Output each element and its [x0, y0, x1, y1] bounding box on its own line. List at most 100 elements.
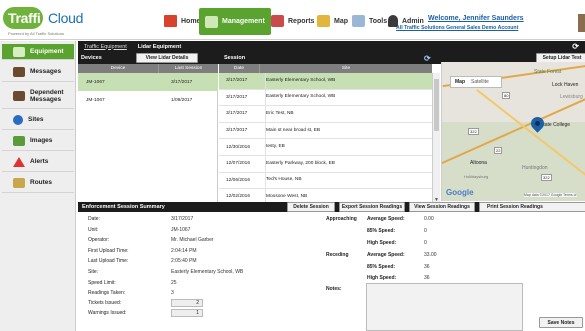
save-notes-button[interactable]: Save Notes [539, 317, 583, 328]
tools-icon [352, 15, 365, 27]
speed-stat-label: High Speed: [367, 275, 397, 281]
sidebar-item-sites[interactable]: Sites [2, 110, 74, 130]
notes-textarea[interactable] [366, 283, 523, 331]
site-cell: Ted's House, NB [265, 172, 302, 189]
table-row[interactable]: JM-1067 1/09/2017 [78, 91, 218, 109]
site-cell: testy, EB [265, 139, 285, 156]
map-panel[interactable]: Map Satellite State Forest Lock Haven Le… [441, 62, 585, 201]
welcome-link[interactable]: Welcome, Jennifer Saunders [428, 15, 524, 22]
route-icon [13, 177, 25, 188]
speed-stat-label: Average Speed: [367, 252, 405, 258]
summary-field-value: 3 [171, 290, 174, 297]
summary-field-value: 2:05:40 PM [171, 258, 197, 265]
map-type-control: Map Satellite [450, 76, 502, 88]
tickets-field[interactable]: 2 [171, 299, 203, 307]
view-session-readings-button[interactable]: View Session Readings [409, 202, 475, 212]
road-shield: 80 [502, 92, 511, 99]
sidebar-item-alerts[interactable]: Alerts [2, 152, 74, 172]
sidebar: Equipment Messages Dependent Messages Si… [0, 41, 76, 331]
map-tab[interactable]: Map [455, 79, 465, 85]
export-session-readings-button[interactable]: Export Session Readings [339, 202, 405, 212]
map-place-label: Hollidaysburg [464, 174, 489, 179]
map-icon [317, 15, 330, 27]
table-row[interactable]: 3/17/2017 Easterly Elementary School, WB [219, 73, 432, 90]
site-column-header[interactable]: Site [259, 64, 432, 73]
chart-icon [271, 15, 284, 27]
speed-stat-value: 36 [424, 275, 430, 281]
account-link[interactable]: All Traffic Solutions General Sales Demo… [396, 25, 518, 31]
sidebar-item-messages[interactable]: Messages [2, 62, 74, 82]
date-cell: 12/07/2016 [226, 161, 251, 167]
home-icon [164, 15, 177, 27]
sidebar-item-label: Messages [30, 68, 62, 75]
logo-cloud-text: Cloud [48, 10, 84, 26]
map-place-label: State Forest [534, 69, 562, 75]
map-attribution: Map data ©2017 Google Terms of [524, 193, 577, 197]
table-row[interactable]: 12/06/2016 Ted's House, NB [219, 172, 432, 190]
satellite-tab[interactable]: Satellite [471, 79, 489, 85]
table-row[interactable]: 12/30/2016 testy, EB [219, 139, 432, 156]
device-column-header[interactable]: Device [78, 64, 158, 73]
site-cell: Easterly Elementary School, WB [265, 73, 335, 89]
summary-field-label: Unit: [88, 226, 99, 233]
message-sign-icon [13, 66, 25, 77]
tickets-value: 2 [196, 300, 199, 306]
speed-stat-label: 85% Speed: [367, 264, 396, 270]
table-row[interactable]: 3/17/2017 Main st near broad st, EB [219, 122, 432, 140]
sidebar-item-routes[interactable]: Routes [2, 173, 74, 193]
summary-field-value: Easterly Elementary School, WB [171, 269, 244, 275]
scrollbar-thumb[interactable] [434, 79, 439, 131]
date-cell: 12/06/2016 [226, 177, 251, 183]
sidebar-item-label: Routes [30, 179, 53, 186]
road-shield: 322 [468, 128, 479, 135]
sidebar-item-dependent-messages[interactable]: Dependent Messages [2, 83, 74, 109]
table-row[interactable]: 3/17/2017 Easterly Elementary School, WB [219, 89, 432, 107]
summary-field-value: 25 [171, 279, 177, 286]
date-cell: 12/02/2016 [226, 194, 251, 200]
road-shield: 22 [494, 147, 503, 154]
map-place-label: Lewisburg [560, 94, 583, 100]
receding-label: Receding [326, 252, 349, 258]
refresh-icon[interactable]: ⟳ [572, 42, 579, 51]
last-session-cell: 1/09/2017 [171, 97, 193, 103]
last-session-column-header[interactable]: Last Session [158, 64, 218, 73]
logo-main-text: Traffi [8, 10, 41, 26]
summary-field-value: JM-1067 [171, 226, 191, 233]
delete-session-button[interactable]: Delete Session [287, 202, 335, 212]
table-row[interactable]: 12/07/2016 Easterly Parkway, 200 block, E… [219, 156, 432, 173]
print-session-readings-button[interactable]: Print Session Readings [479, 202, 585, 212]
session-title: Session [224, 55, 246, 61]
sidebar-item-equipment[interactable]: Equipment [2, 44, 74, 60]
refresh-icon[interactable]: ⟳ [424, 54, 431, 63]
speed-stat-value: 0 [424, 240, 427, 246]
top-header: Traffi Cloud Powered by All Traffic Solu… [0, 0, 585, 40]
sidebar-item-label: Equipment [30, 48, 64, 55]
date-column-header[interactable]: Date [219, 64, 259, 73]
table-row[interactable]: JM-1067 3/17/2017 [78, 73, 218, 91]
sessions-scrollbar[interactable]: ▼ [432, 73, 440, 206]
road-shield: 322 [541, 174, 552, 181]
sidebar-item-images[interactable]: Images [2, 131, 74, 151]
device-cell: JM-1067 [86, 97, 105, 103]
warnings-label: Warnings Issued: [88, 310, 127, 316]
nav-admin-label: Admin [402, 17, 424, 25]
summary-field-label: Speed Limit: [88, 279, 116, 286]
summary-field-value: 3/17/2017 [171, 216, 194, 222]
nav-management-label: Management [222, 18, 265, 25]
message-sign-icon [13, 90, 25, 101]
date-cell: 3/17/2017 [226, 94, 248, 100]
nav-management[interactable]: Management [199, 8, 271, 35]
devices-table: JM-1067 3/17/2017 JM-1067 1/09/2017 [78, 73, 218, 206]
map-pin-dot [535, 121, 540, 126]
traffic-cloud-logo[interactable]: Traffi Cloud Powered by All Traffic Solu… [3, 7, 84, 37]
breadcrumb-link[interactable]: Traffic Equipment [84, 44, 127, 50]
user-avatar[interactable] [578, 14, 585, 32]
view-lidar-details-button[interactable]: View Lidar Details [136, 53, 198, 63]
date-cell: 3/17/2017 [226, 111, 248, 117]
summary-field-label: Last Upload Time: [88, 258, 129, 265]
table-row[interactable]: 3/17/2017 Eric Test, NB [219, 106, 432, 123]
warnings-field[interactable]: 1 [171, 309, 203, 317]
warnings-value: 1 [196, 310, 199, 316]
summary-field-label: Date: [88, 216, 100, 222]
sidebar-item-label: Images [30, 137, 53, 144]
